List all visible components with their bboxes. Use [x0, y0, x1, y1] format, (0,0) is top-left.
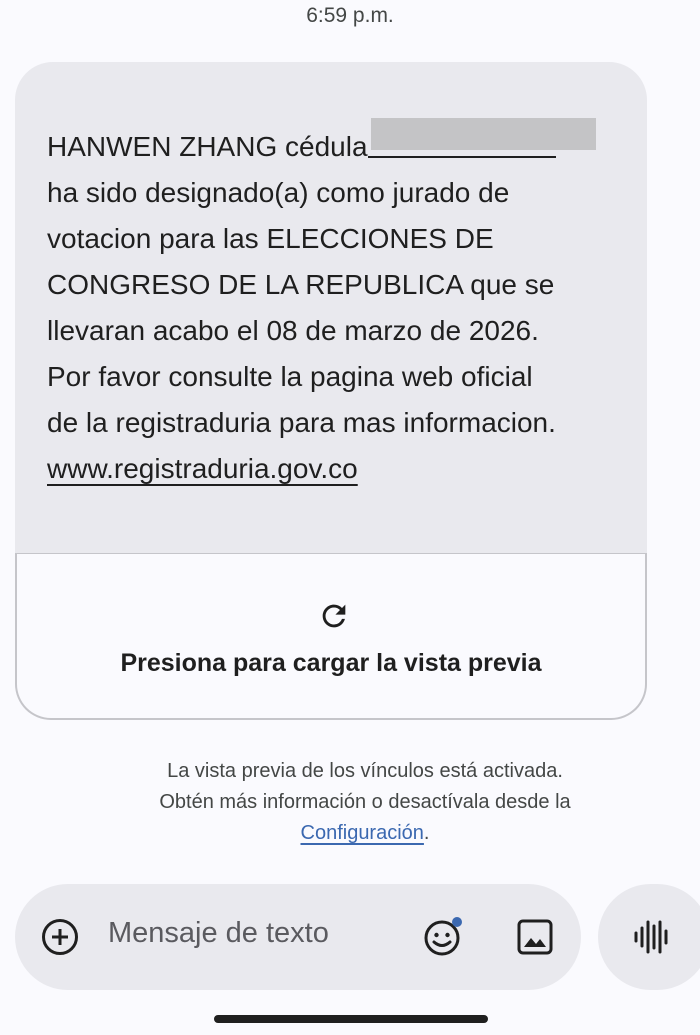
load-preview-label: Presiona para cargar la vista previa	[120, 649, 542, 677]
registraduria-link[interactable]: www.registraduria.gov.co	[47, 453, 358, 484]
image-icon[interactable]	[515, 917, 555, 957]
link-preview-card[interactable]: Presiona para cargar la vista previa	[15, 553, 647, 720]
message-body: HANWEN ZHANG cédula ha sido designado(a)…	[47, 118, 637, 492]
message-line: Por favor consulte la pagina web oficial	[47, 361, 533, 392]
info-trailing: .	[423, 822, 430, 844]
add-icon[interactable]	[41, 918, 79, 956]
message-line: HANWEN ZHANG cédula	[47, 118, 637, 170]
home-indicator[interactable]	[214, 1015, 488, 1023]
message-input[interactable]: Mensaje de texto	[108, 917, 329, 950]
voice-icon	[634, 920, 668, 954]
message-line: www.registraduria.gov.co	[47, 446, 637, 492]
compose-bar: Mensaje de texto	[15, 884, 581, 990]
link-preview-info: La vista previa de los vínculos está act…	[0, 756, 700, 849]
info-line: Configuración.	[0, 818, 700, 849]
message-timestamp: 6:59 p.m.	[306, 4, 394, 27]
reload-icon	[322, 604, 346, 628]
cedula-redacted-field	[367, 118, 596, 158]
voice-message-button[interactable]	[598, 884, 700, 990]
info-line: Obtén más información o desactívala desd…	[159, 791, 571, 813]
info-line: La vista previa de los vínculos está act…	[167, 760, 563, 782]
settings-link[interactable]: Configuración	[301, 822, 424, 844]
emoji-icon[interactable]	[423, 916, 465, 958]
message-line: llevaran acabo el 08 de marzo de 2026.	[47, 315, 539, 346]
message-recipient-text: HANWEN ZHANG cédula	[47, 131, 368, 162]
redaction-box	[370, 118, 596, 150]
message-line: CONGRESO DE LA REPUBLICA que se	[47, 269, 555, 300]
message-line: ha sido designado(a) como jurado de	[47, 177, 510, 208]
message-line: votacion para las ELECCIONES DE	[47, 223, 494, 254]
message-line: de la registraduria para mas informacion…	[47, 407, 556, 438]
